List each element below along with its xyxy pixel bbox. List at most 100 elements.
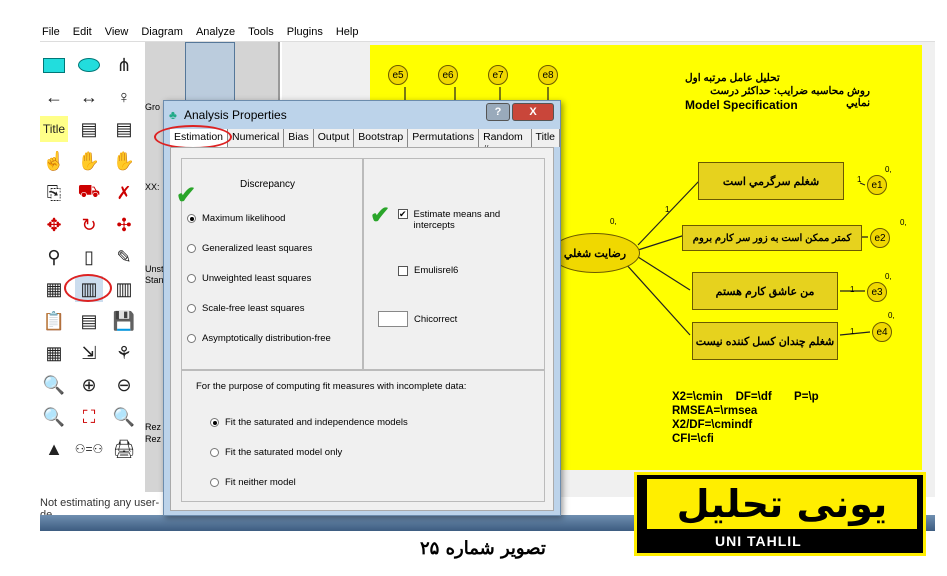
radio-fit-saturated-only[interactable]: Fit the saturated model only	[210, 447, 342, 458]
logo-text: UNI TAHLIL	[715, 533, 802, 549]
move-parameter-icon[interactable]: ⚲	[40, 244, 68, 270]
help-button[interactable]: ?	[486, 103, 510, 121]
shape-change-icon[interactable]: ✥	[40, 212, 68, 238]
error-node[interactable]: e2	[870, 228, 890, 248]
fit-line: RMSEA=\rmsea	[672, 405, 758, 417]
amos-icon: ♣	[169, 108, 177, 122]
deselect-icon[interactable]: ✋	[110, 148, 138, 174]
reflect-icon[interactable]: ✣	[110, 212, 138, 238]
chicorrect-input[interactable]	[378, 311, 408, 327]
error-variance: 0,	[900, 218, 907, 227]
discrepancy-group: Discrepancy ✔ Maximum likelihood General…	[176, 158, 363, 370]
tab-title[interactable]: Title	[531, 129, 560, 147]
select-all-icon[interactable]: ✋	[75, 148, 103, 174]
error-node[interactable]: e3	[867, 282, 887, 302]
radio-maximum-likelihood[interactable]: Maximum likelihood	[187, 213, 285, 224]
radio-fit-saturated-independence[interactable]: Fit the saturated and independence model…	[210, 417, 408, 428]
bayesian-icon[interactable]: ▲	[40, 436, 68, 462]
uni-tahlil-logo: یونی تحلیل UNI TAHLIL	[634, 472, 926, 556]
single-arrow-icon[interactable]: ←	[40, 84, 68, 110]
tab-bias[interactable]: Bias	[284, 129, 314, 147]
tab-numerical[interactable]: Numerical	[228, 129, 285, 147]
save-icon[interactable]: 💾	[110, 308, 138, 334]
model-item[interactable]: Rez	[145, 434, 161, 444]
select-one-icon[interactable]: ☝	[40, 148, 68, 174]
drag-properties-icon[interactable]: ⇲	[75, 340, 103, 366]
radio-adf[interactable]: Asymptotically distribution-free	[187, 333, 331, 344]
ellipse-tool-icon[interactable]	[75, 52, 103, 78]
copy-icon[interactable]: ⎘	[40, 180, 68, 206]
tab-permutations[interactable]: Permutations	[408, 129, 480, 147]
dialog-title: Analysis Properties	[184, 108, 287, 122]
print-icon[interactable]: 🖨	[110, 436, 138, 462]
menu-analyze[interactable]: Analyze	[196, 26, 235, 38]
status-bar: Not estimating any user-de	[40, 497, 160, 521]
zoom-page-icon[interactable]: 🔍	[40, 404, 68, 430]
zoom-in-icon[interactable]: ⊕	[75, 372, 103, 398]
unstandardized-label: Unst	[145, 264, 164, 274]
tab-random[interactable]: Random #	[479, 129, 532, 155]
observed-variable[interactable]: كمتر ممكن است به زور سر كارم بروم	[682, 225, 862, 251]
estimate-means-checkbox[interactable]: ✔ Estimate means and intercepts	[398, 209, 518, 231]
observed-variable[interactable]: شغلم سرگرمي است	[698, 162, 844, 200]
model-item[interactable]: Rez	[145, 422, 161, 432]
latent-variable[interactable]: رضايت شغلي	[550, 233, 640, 273]
error-node[interactable]: e7	[488, 65, 508, 85]
menu-edit[interactable]: Edit	[73, 26, 92, 38]
preserve-symmetries-icon[interactable]: ⚘	[110, 340, 138, 366]
observed-variable[interactable]: شغلم چندان كسل كننده نيست	[692, 322, 838, 360]
menu-plugins[interactable]: Plugins	[287, 26, 323, 38]
clipboard-icon[interactable]: 📋	[40, 308, 68, 334]
object-properties-icon[interactable]: ▦	[40, 340, 68, 366]
zoom-out-icon[interactable]: ⊖	[110, 372, 138, 398]
highlight-ring	[64, 274, 112, 302]
radio-sls[interactable]: Scale-free least squares	[187, 303, 304, 314]
fit-to-page-icon[interactable]: ⛶	[75, 404, 103, 430]
options-group: ✔ ✔ Estimate means and intercepts Emulisr…	[363, 158, 545, 370]
menu-view[interactable]: View	[105, 26, 129, 38]
menu-help[interactable]: Help	[336, 26, 359, 38]
calculate-estimates-icon[interactable]: ▥	[110, 276, 138, 302]
fit-line: CFI=\cfi	[672, 433, 714, 445]
radio-uls[interactable]: Unweighted least squares	[187, 273, 311, 284]
loupe-icon[interactable]: 🔍	[110, 404, 138, 430]
error-variance: 0,	[885, 165, 892, 174]
list-variables-icon[interactable]: ▤	[75, 116, 103, 142]
menu-file[interactable]: File	[42, 26, 60, 38]
close-button[interactable]: X	[512, 103, 554, 121]
figure-caption: تصوير شماره ۲۵	[420, 538, 546, 559]
text-output-icon[interactable]: ▤	[75, 308, 103, 334]
zoom-select-icon[interactable]: 🔍	[40, 372, 68, 398]
error-node[interactable]: e8	[538, 65, 558, 85]
tab-bootstrap[interactable]: Bootstrap	[354, 129, 409, 147]
tab-output[interactable]: Output	[313, 129, 355, 147]
incomplete-data-label: For the purpose of computing fit measure…	[196, 381, 467, 392]
emulisrel6-checkbox[interactable]: Emulisrel6	[398, 265, 458, 276]
touch-up-icon[interactable]: ✎	[110, 244, 138, 270]
error-node[interactable]: e4	[872, 322, 892, 342]
view-input-path-button[interactable]	[185, 42, 235, 104]
menu-tools[interactable]: Tools	[248, 26, 274, 38]
unique-variable-icon[interactable]: ♀	[110, 84, 138, 110]
error-node[interactable]: e1	[867, 175, 887, 195]
chicorrect-label: Chicorrect	[414, 314, 458, 325]
double-arrow-icon[interactable]: ↔	[75, 84, 103, 110]
radio-fit-neither[interactable]: Fit neither model	[210, 477, 296, 488]
title-tool-icon[interactable]: Title	[40, 116, 68, 142]
rotate-icon[interactable]: ↻	[75, 212, 103, 238]
multiple-group-icon[interactable]: ⚇=⚇	[75, 436, 104, 462]
rectangle-tool-icon[interactable]	[40, 52, 68, 78]
menu-diagram[interactable]: Diagram	[141, 26, 183, 38]
fit-line: X2/DF=\cmindf	[672, 419, 753, 431]
scroll-icon[interactable]: ▯	[75, 244, 103, 270]
move-icon[interactable]: ⛟	[75, 180, 103, 206]
error-node[interactable]: e6	[438, 65, 458, 85]
discrepancy-label: Discrepancy	[240, 179, 296, 190]
erase-icon[interactable]: ✗	[110, 180, 138, 206]
list-data-icon[interactable]: ▤	[110, 116, 138, 142]
groups-label: Gro	[145, 102, 161, 112]
error-node[interactable]: e5	[388, 65, 408, 85]
observed-variable[interactable]: من عاشق كارم هستم	[692, 272, 838, 310]
indicator-tool-icon[interactable]: ⋔	[110, 52, 138, 78]
radio-gls[interactable]: Generalized least squares	[187, 243, 312, 254]
